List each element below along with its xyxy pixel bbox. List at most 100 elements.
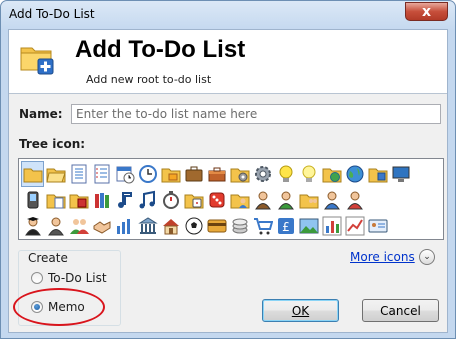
bank-icon [137,217,158,234]
folder-globe-icon[interactable] [320,161,343,187]
books-icon [94,193,109,208]
coins-icon[interactable] [228,213,251,239]
calendar-clock-icon[interactable] [113,161,136,187]
folder-globe-icon [322,168,341,183]
name-label: Name: [19,107,63,121]
page-subtitle: Add new root to-do list [86,73,212,86]
person-blue-icon[interactable] [320,187,343,213]
empty-cell [412,213,435,239]
line-chart-icon[interactable] [343,213,366,239]
chart-people-icon[interactable] [113,213,136,239]
shopping-cart-icon[interactable] [251,213,274,239]
globe-icon [346,165,363,183]
header-banner: Add To-Do List Add new root to-do list [9,30,447,94]
id-card-icon[interactable] [366,213,389,239]
create-group-label: Create [26,251,70,265]
ok-button[interactable]: OK [262,299,339,322]
folder-document-icon [46,194,65,209]
folder-open-icon[interactable] [44,161,67,187]
people-group-icon [69,219,89,234]
lightbulb-icon[interactable] [297,161,320,187]
folder-open-icon [45,168,66,183]
person-dark-icon[interactable] [44,213,67,239]
gear-icon [254,166,271,182]
chart-people-icon [116,219,130,234]
stopwatch-icon[interactable] [159,187,182,213]
folder-yellow-icon[interactable] [159,161,182,187]
tree-icon-label: Tree icon: [19,137,86,151]
person-red-icon[interactable] [343,187,366,213]
briefcase-icon[interactable] [182,161,205,187]
empty-cell [366,187,389,213]
person-dark-icon [47,217,64,236]
folder-people-icon [299,194,318,209]
graduate-icon[interactable] [21,213,44,239]
dice-icon[interactable] [205,187,228,213]
close-button[interactable]: x [405,2,448,21]
folder-add-icon [20,47,54,75]
dialog-body: Add To-Do List Add new root to-do list N… [8,29,448,333]
folder-people-icon[interactable] [297,187,320,213]
numbered-list-icon[interactable] [90,161,113,187]
empty-cell [389,213,412,239]
people-group-icon[interactable] [67,213,90,239]
folder-yellow-icon [161,168,180,183]
person-green-icon[interactable] [274,187,297,213]
title-bar[interactable]: Add To-Do List x [1,1,455,27]
chevron-down-circle-icon[interactable]: ⌄ [419,249,435,265]
bank-icon[interactable] [136,213,159,239]
numbered-list-icon [94,164,109,184]
folder-document-icon[interactable] [44,187,67,213]
tree-icon-grid[interactable]: £ [18,158,444,240]
radio-todo-list-indicator[interactable] [31,272,43,284]
clock-icon [138,165,157,183]
house-icon[interactable] [159,213,182,239]
music-notes-icon [139,190,155,209]
folder-dice-icon[interactable] [182,187,205,213]
toolbox-icon [208,167,225,182]
bar-chart-icon [322,216,341,236]
dice-icon [209,192,224,208]
empty-cell [412,187,435,213]
ok-button-label: OK [291,303,310,318]
toolbox-icon[interactable] [205,161,228,187]
lightbulb-icon [302,165,315,182]
line-chart-icon [345,216,364,236]
lightbulb-on-icon[interactable] [274,161,297,187]
folder-book-icon[interactable] [67,187,90,213]
gear-icon[interactable] [251,161,274,187]
bar-chart-icon[interactable] [320,213,343,239]
name-input[interactable] [71,104,441,124]
svg-text:£: £ [282,220,290,234]
soccer-ball-icon[interactable] [182,213,205,239]
document-list-icon[interactable] [67,161,90,187]
cancel-button[interactable]: Cancel [362,299,439,322]
clock-icon[interactable] [136,161,159,187]
folder-icon[interactable] [21,161,44,187]
stopwatch-icon [162,191,179,209]
folder-cube-icon[interactable] [366,161,389,187]
music-notes-icon[interactable] [136,187,159,213]
monitor-icon[interactable] [389,161,412,187]
books-icon[interactable] [90,187,113,213]
credit-card-icon[interactable] [205,213,228,239]
close-icon: x [421,3,432,20]
folder-person-icon[interactable] [228,187,251,213]
handshake-icon[interactable] [90,213,113,239]
pda-icon [27,191,38,209]
more-icons-link[interactable]: More icons [350,250,415,264]
pda-icon[interactable] [21,187,44,213]
folder-gear-icon[interactable] [228,161,251,187]
folder-gear-icon [230,168,249,183]
person-red-icon [346,191,363,210]
music-note-icon[interactable] [113,187,136,213]
pound-icon[interactable]: £ [274,213,297,239]
person-green-icon [277,191,294,210]
briefcase-icon [185,166,202,182]
globe-icon[interactable] [343,161,366,187]
radio-todo-list[interactable]: To-Do List [31,271,107,285]
soccer-ball-icon [185,217,202,235]
landscape-icon[interactable] [297,213,320,239]
person-icon[interactable] [251,187,274,213]
document-list-icon [71,164,86,184]
